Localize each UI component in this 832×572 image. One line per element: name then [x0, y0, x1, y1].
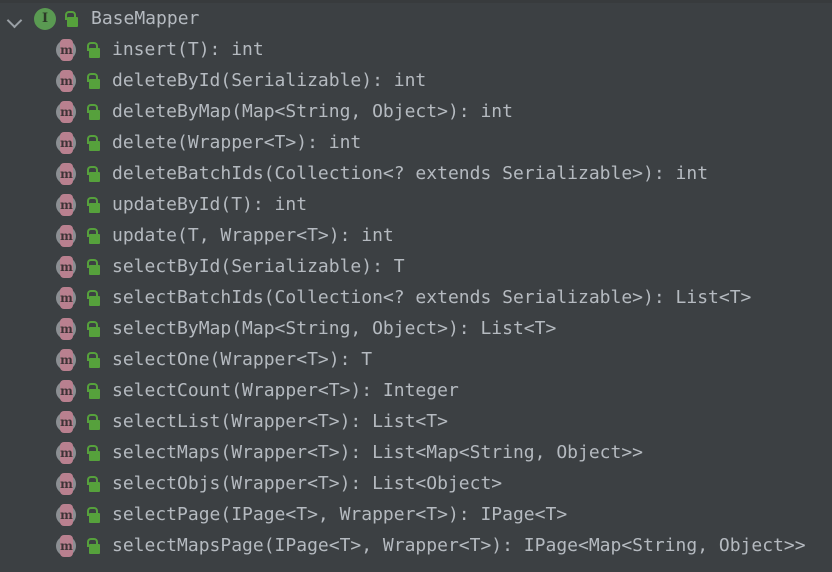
- tree-node-method[interactable]: m update(T, Wrapper<T>): int: [0, 220, 832, 251]
- tree-node-label: update(T, Wrapper<T>): int: [112, 225, 394, 246]
- method-icon: m: [56, 503, 78, 526]
- unlocked-public-icon: [62, 9, 80, 29]
- tree-node-method[interactable]: m deleteById(Serializable): int: [0, 65, 832, 96]
- tree-node-label: selectBatchIds(Collection<? extends Seri…: [112, 287, 752, 308]
- tree-node-method[interactable]: m selectOne(Wrapper<T>): T: [0, 344, 832, 375]
- chevron-down-icon[interactable]: [4, 8, 26, 30]
- tree-node-method[interactable]: m selectBatchIds(Collection<? extends Ser…: [0, 282, 832, 313]
- structure-tree[interactable]: I BaseMapper m insert(T): int m deleteById(…: [0, 3, 832, 561]
- unlocked-public-icon: [84, 412, 102, 432]
- method-icon: m: [56, 224, 78, 247]
- unlocked-public-icon: [84, 102, 102, 122]
- unlocked-public-icon: [84, 474, 102, 494]
- tree-node-method[interactable]: m selectByMap(Map<String, Object>): List<…: [0, 313, 832, 344]
- unlocked-public-icon: [84, 536, 102, 556]
- method-list: m insert(T): int m deleteById(Serializable)…: [0, 34, 832, 561]
- method-icon: m: [56, 472, 78, 495]
- tree-node-label: selectById(Serializable): T: [112, 256, 405, 277]
- method-icon: m: [56, 131, 78, 154]
- tree-node-method[interactable]: m selectMaps(Wrapper<T>): List<Map<String…: [0, 437, 832, 468]
- tree-node-label: BaseMapper: [91, 8, 200, 29]
- tree-node-method[interactable]: m selectList(Wrapper<T>): List<T>: [0, 406, 832, 437]
- method-icon: m: [56, 286, 78, 309]
- method-icon: m: [56, 441, 78, 464]
- unlocked-public-icon: [84, 226, 102, 246]
- unlocked-public-icon: [84, 443, 102, 463]
- unlocked-public-icon: [84, 381, 102, 401]
- tree-node-label: selectObjs(Wrapper<T>): List<Object>: [112, 473, 503, 494]
- method-icon: m: [56, 162, 78, 185]
- tree-node-method[interactable]: m selectById(Serializable): T: [0, 251, 832, 282]
- tree-node-label: deleteById(Serializable): int: [112, 70, 427, 91]
- method-icon: m: [56, 38, 78, 61]
- unlocked-public-icon: [84, 164, 102, 184]
- tree-node-label: selectByMap(Map<String, Object>): List<T…: [112, 318, 557, 339]
- tree-node-method[interactable]: m selectCount(Wrapper<T>): Integer: [0, 375, 832, 406]
- unlocked-public-icon: [84, 195, 102, 215]
- unlocked-public-icon: [84, 133, 102, 153]
- unlocked-public-icon: [84, 71, 102, 91]
- interface-icon: I: [34, 7, 56, 30]
- tree-node-label: deleteBatchIds(Collection<? extends Seri…: [112, 163, 709, 184]
- tree-node-label: selectOne(Wrapper<T>): T: [112, 349, 373, 370]
- tree-node-method[interactable]: m selectObjs(Wrapper<T>): List<Object>: [0, 468, 832, 499]
- method-icon: m: [56, 100, 78, 123]
- tree-node-label: selectPage(IPage<T>, Wrapper<T>): IPage<…: [112, 504, 568, 525]
- tree-node-label: updateById(T): int: [112, 194, 308, 215]
- tree-node-basemapper[interactable]: I BaseMapper: [0, 3, 832, 34]
- tree-node-label: delete(Wrapper<T>): int: [112, 132, 362, 153]
- structure-tool-window: I BaseMapper m insert(T): int m deleteById(…: [0, 0, 832, 572]
- unlocked-public-icon: [84, 350, 102, 370]
- method-icon: m: [56, 534, 78, 557]
- tree-node-label: insert(T): int: [112, 39, 264, 60]
- unlocked-public-icon: [84, 257, 102, 277]
- tree-node-method[interactable]: m deleteByMap(Map<String, Object>): int: [0, 96, 832, 127]
- tree-node-method[interactable]: m delete(Wrapper<T>): int: [0, 127, 832, 158]
- tree-node-label: deleteByMap(Map<String, Object>): int: [112, 101, 513, 122]
- unlocked-public-icon: [84, 288, 102, 308]
- unlocked-public-icon: [84, 505, 102, 525]
- tree-node-label: selectMaps(Wrapper<T>): List<Map<String,…: [112, 442, 644, 463]
- tree-node-label: selectList(Wrapper<T>): List<T>: [112, 411, 448, 432]
- method-icon: m: [56, 255, 78, 278]
- method-icon: m: [56, 69, 78, 92]
- tree-node-method[interactable]: m deleteBatchIds(Collection<? extends Ser…: [0, 158, 832, 189]
- tree-node-label: selectMapsPage(IPage<T>, Wrapper<T>): IP…: [112, 535, 806, 556]
- method-icon: m: [56, 379, 78, 402]
- tree-node-method[interactable]: m insert(T): int: [0, 34, 832, 65]
- tree-node-method[interactable]: m selectPage(IPage<T>, Wrapper<T>): IPage…: [0, 499, 832, 530]
- tree-node-method[interactable]: m updateById(T): int: [0, 189, 832, 220]
- unlocked-public-icon: [84, 319, 102, 339]
- unlocked-public-icon: [84, 40, 102, 60]
- tree-node-method[interactable]: m selectMapsPage(IPage<T>, Wrapper<T>): I…: [0, 530, 832, 561]
- tree-node-label: selectCount(Wrapper<T>): Integer: [112, 380, 459, 401]
- method-icon: m: [56, 193, 78, 216]
- method-icon: m: [56, 317, 78, 340]
- method-icon: m: [56, 348, 78, 371]
- method-icon: m: [56, 410, 78, 433]
